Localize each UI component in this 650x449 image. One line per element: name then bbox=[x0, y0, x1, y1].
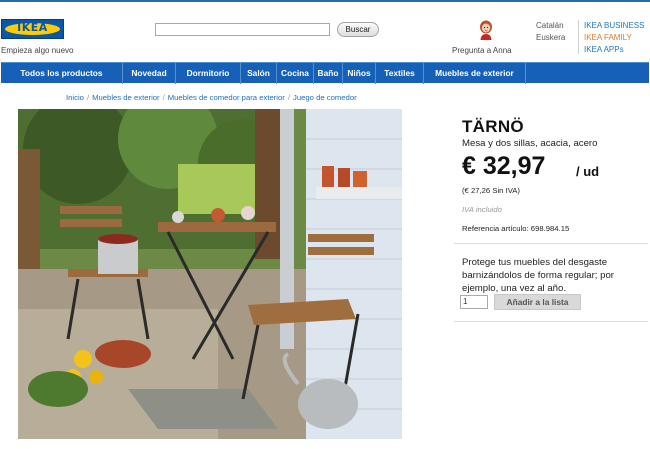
info-divider-bottom bbox=[454, 321, 648, 322]
main-nav: Todos los productos Novedad Dormitorio S… bbox=[1, 62, 649, 84]
ikea-family-link[interactable]: IKEA FAMILY bbox=[584, 33, 632, 42]
ask-anna-link[interactable]: Pregunta a Anna bbox=[452, 46, 512, 55]
care-tip: Protege tus muebles del desgaste barnizá… bbox=[462, 257, 614, 294]
header-divider bbox=[578, 20, 579, 54]
ikea-business-link[interactable]: IKEA BUSINESS bbox=[584, 21, 644, 30]
breadcrumb-muebles-de-exterior[interactable]: Muebles de exterior bbox=[92, 93, 160, 102]
nav-item-cocina[interactable]: Cocina bbox=[277, 63, 314, 84]
breadcrumb-muebles-de-comedor[interactable]: Muebles de comedor para exterior bbox=[168, 93, 285, 102]
product-price: € 32,97 bbox=[462, 152, 546, 180]
quantity-input[interactable]: 1 bbox=[460, 295, 488, 309]
add-to-list-button[interactable]: Añadir a la lista bbox=[494, 294, 581, 310]
language-euskera[interactable]: Euskera bbox=[536, 33, 565, 42]
nav-item-dormitorio[interactable]: Dormitorio bbox=[176, 63, 241, 84]
vat-note: IVA incluido bbox=[462, 205, 502, 214]
price-without-vat: (€ 27,26 Sin IVA) bbox=[462, 186, 520, 195]
article-reference: Referencia artículo: 698.984.15 bbox=[462, 224, 570, 233]
breadcrumb-inicio[interactable]: Inicio bbox=[66, 93, 84, 102]
nav-item-novedad[interactable]: Novedad bbox=[123, 63, 176, 84]
price-unit: / ud bbox=[576, 164, 600, 179]
nav-item-bano[interactable]: Baño bbox=[314, 63, 343, 84]
top-border bbox=[0, 0, 650, 2]
search-button[interactable]: Buscar bbox=[337, 22, 379, 37]
product-photo bbox=[18, 109, 402, 439]
logo-text: IKEA bbox=[17, 21, 48, 34]
anna-avatar-icon[interactable] bbox=[478, 20, 494, 40]
nav-item-salon[interactable]: Salón bbox=[241, 63, 277, 84]
tagline: Empieza algo nuevo bbox=[1, 46, 74, 55]
product-name: TÄRNÖ bbox=[462, 117, 524, 136]
ikea-logo[interactable]: IKEA bbox=[1, 19, 64, 39]
breadcrumb-juego-de-comedor[interactable]: Juego de comedor bbox=[293, 93, 357, 102]
nav-item-muebles-de-exterior[interactable]: Muebles de exterior bbox=[424, 63, 526, 84]
breadcrumb: Inicio / Muebles de exterior / Muebles de co… bbox=[66, 93, 357, 102]
info-divider bbox=[454, 243, 648, 244]
nav-item-ninos[interactable]: Niños bbox=[343, 63, 376, 84]
nav-item-textiles[interactable]: Textiles bbox=[376, 63, 424, 84]
product-description: Mesa y dos sillas, acacia, acero bbox=[462, 138, 598, 149]
nav-item-todos-los-productos[interactable]: Todos los productos bbox=[1, 63, 123, 84]
language-catalan[interactable]: Catalán bbox=[536, 21, 564, 30]
search-input[interactable] bbox=[155, 23, 330, 36]
ikea-apps-link[interactable]: IKEA APPs bbox=[584, 45, 624, 54]
